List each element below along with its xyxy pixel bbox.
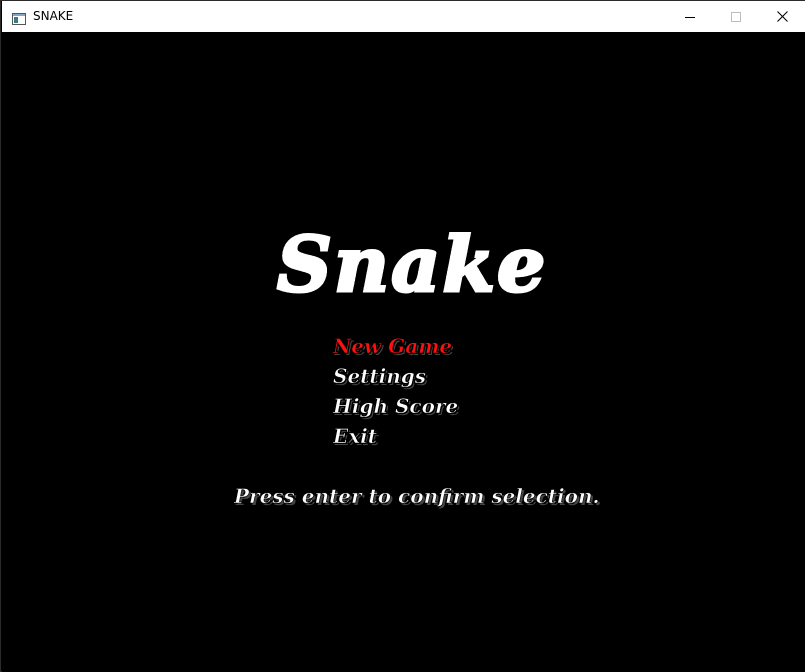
game-logo: Snake (276, 220, 548, 314)
maximize-button[interactable] (713, 1, 759, 32)
window-title: SNAKE (33, 9, 74, 23)
maximize-icon (731, 7, 741, 26)
menu-item-new-game[interactable]: New Game (333, 331, 458, 361)
menu-item-settings[interactable]: Settings (333, 361, 458, 391)
title-bar[interactable]: SNAKE (2, 1, 805, 32)
minimize-icon (685, 7, 695, 26)
confirm-hint: Press enter to confirm selection. (234, 484, 600, 509)
game-window: SNAKE Snake New Game Settings High Score… (0, 0, 805, 672)
menu-item-exit[interactable]: Exit (333, 421, 458, 451)
logo-title: Snake (276, 220, 548, 309)
menu-item-high-score[interactable]: High Score (333, 391, 459, 421)
window-app-icon (12, 10, 26, 25)
close-icon (776, 7, 788, 26)
main-menu: New Game Settings High Score Exit (333, 331, 459, 451)
close-button[interactable] (759, 1, 805, 32)
minimize-button[interactable] (667, 1, 713, 32)
